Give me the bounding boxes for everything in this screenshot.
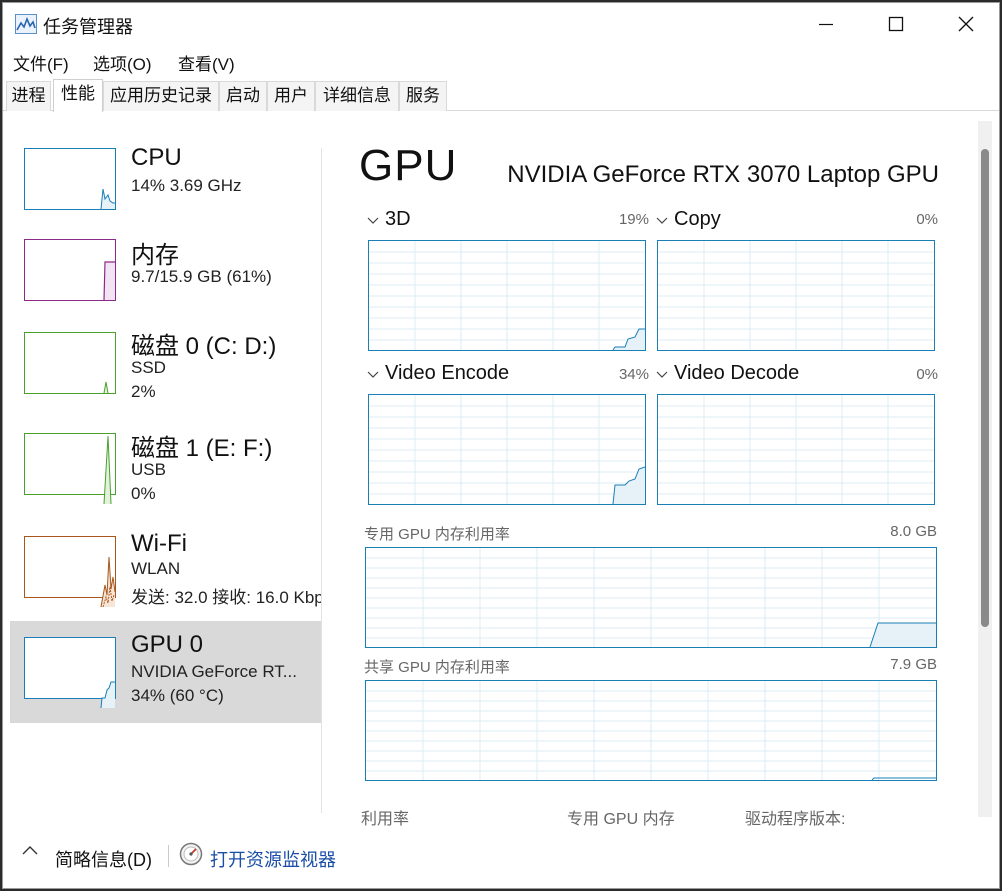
sidebar-item-disk-0[interactable]: 磁盘 0 (C: D:) SSD 2% [10, 323, 321, 425]
engine-percent: 34% [618, 366, 649, 383]
tab-app-history[interactable]: 应用历史记录 [103, 81, 219, 111]
tab-processes[interactable]: 进程 [6, 81, 51, 111]
sidebar-item-name: Wi-Fi [131, 530, 187, 557]
dedicated-memory-label: 专用 GPU 内存利用率 [364, 526, 510, 543]
sidebar-item-name: CPU [131, 144, 182, 171]
sidebar-item-memory[interactable]: 内存 9.7/15.9 GB (61%) [10, 232, 321, 334]
sidebar-item-name: 内存 [131, 242, 179, 269]
engine-percent: 0% [916, 366, 938, 383]
engine-label: Video Encode [385, 362, 510, 384]
sidebar-item-disk-1[interactable]: 磁盘 1 (E: F:) USB 0% [10, 425, 321, 527]
performance-sidebar: CPU 14% 3.69 GHz 内存 9.7/15.9 GB (61%) 磁盘… [10, 113, 321, 813]
cpu-thumbnail-graph [24, 148, 116, 210]
sidebar-item-detail: SSD [131, 358, 166, 377]
disk1-thumbnail-graph [24, 433, 116, 505]
gpu-detail-panel: GPU NVIDIA GeForce RTX 3070 Laptop GPU 3… [333, 113, 953, 828]
sidebar-item-detail-2: 34% (60 °C) [131, 686, 224, 705]
graph-video-decode [657, 394, 935, 505]
menu-bar: 文件(F) 选项(O) 查看(V) [3, 47, 999, 75]
memory-thumbnail-graph [24, 239, 116, 301]
graph-copy [657, 240, 935, 351]
dedicated-memory-value: 8.0 GB [890, 523, 937, 540]
tab-performance[interactable]: 性能 [53, 79, 103, 112]
shared-memory-value: 7.9 GB [890, 656, 937, 673]
tab-startup[interactable]: 启动 [219, 81, 267, 111]
menu-file[interactable]: 文件(F) [13, 50, 69, 75]
chevron-down-icon [367, 208, 385, 231]
sidebar-item-detail: WLAN [131, 559, 181, 578]
graph-video-encode [368, 394, 646, 505]
maximize-icon [888, 16, 904, 32]
tab-users[interactable]: 用户 [267, 81, 315, 111]
engine-selector-video-encode[interactable]: Video Encode [367, 362, 509, 385]
graph-dedicated-memory [365, 547, 937, 648]
sidebar-item-detail: 14% 3.69 GHz [131, 176, 242, 195]
taskmgr-chart-icon [15, 14, 37, 34]
sidebar-item-name: 磁盘 0 (C: D:) [131, 333, 277, 360]
gpu-thumbnail-graph [24, 637, 116, 709]
sidebar-item-wifi[interactable]: Wi-Fi WLAN 发送: 32.0 接收: 16.0 Kbps [10, 527, 321, 629]
sidebar-item-name: GPU 0 [131, 631, 204, 658]
page-title: GPU [359, 141, 458, 190]
window-title: 任务管理器 [43, 17, 133, 37]
minimize-button[interactable] [791, 3, 861, 45]
scrollbar-thumb[interactable] [981, 149, 989, 627]
chevron-down-icon [656, 362, 674, 385]
sidebar-item-detail: 9.7/15.9 GB (61%) [131, 267, 272, 286]
engine-label: Video Decode [674, 362, 800, 384]
engine-label: 3D [385, 208, 411, 230]
resource-monitor-icon [179, 842, 203, 866]
gpu-model-name: NVIDIA GeForce RTX 3070 Laptop GPU [507, 161, 939, 188]
sidebar-divider [321, 148, 322, 813]
footer-divider [168, 845, 169, 867]
sidebar-item-detail: USB [131, 460, 166, 479]
engine-percent: 0% [916, 211, 938, 228]
fewer-details-button[interactable]: 简略信息(D) [55, 846, 152, 872]
open-resource-monitor-link[interactable]: 打开资源监视器 [210, 846, 336, 872]
menu-view[interactable]: 查看(V) [178, 50, 235, 75]
wifi-thumbnail-graph [24, 536, 116, 608]
maximize-button[interactable] [861, 3, 931, 45]
footer-bar: 简略信息(D) 打开资源监视器 [3, 823, 999, 888]
engine-selector-copy[interactable]: Copy [656, 208, 721, 231]
close-icon [958, 16, 974, 32]
sidebar-item-gpu-0[interactable]: GPU 0 NVIDIA GeForce RT... 34% (60 °C) [10, 621, 321, 723]
menu-options[interactable]: 选项(O) [93, 50, 152, 75]
tab-bar: 进程 性能 应用历史记录 启动 用户 详细信息 服务 [3, 79, 999, 112]
sidebar-item-detail-2: 发送: 32.0 接收: 16.0 Kbps [131, 588, 321, 607]
task-manager-window: 任务管理器 文件(F) 选项(O) 查看(V) 进程 性能 应用历史记录 启动 [2, 2, 1000, 889]
sidebar-item-detail: NVIDIA GeForce RT... [131, 662, 297, 681]
title-bar[interactable]: 任务管理器 [3, 3, 999, 45]
graph-3d [368, 240, 646, 351]
shared-memory-label: 共享 GPU 内存利用率 [364, 659, 510, 676]
minimize-icon [819, 23, 833, 26]
graph-shared-memory [365, 680, 937, 781]
sidebar-item-detail-2: 0% [131, 484, 156, 503]
sidebar-item-name: 磁盘 1 (E: F:) [131, 435, 273, 462]
sidebar-item-detail-2: 2% [131, 382, 156, 401]
tab-services[interactable]: 服务 [399, 81, 447, 111]
engine-selector-3d[interactable]: 3D [367, 208, 411, 231]
chevron-up-icon[interactable] [21, 845, 39, 857]
vertical-scrollbar[interactable] [978, 121, 992, 817]
chevron-down-icon [367, 362, 385, 385]
close-button[interactable] [931, 3, 999, 45]
sidebar-item-cpu[interactable]: CPU 14% 3.69 GHz [10, 141, 321, 243]
tab-details[interactable]: 详细信息 [315, 81, 399, 111]
engine-label: Copy [674, 208, 721, 230]
engine-percent: 19% [618, 211, 649, 228]
chevron-down-icon [656, 208, 674, 231]
engine-selector-video-decode[interactable]: Video Decode [656, 362, 799, 385]
disk0-thumbnail-graph [24, 332, 116, 394]
